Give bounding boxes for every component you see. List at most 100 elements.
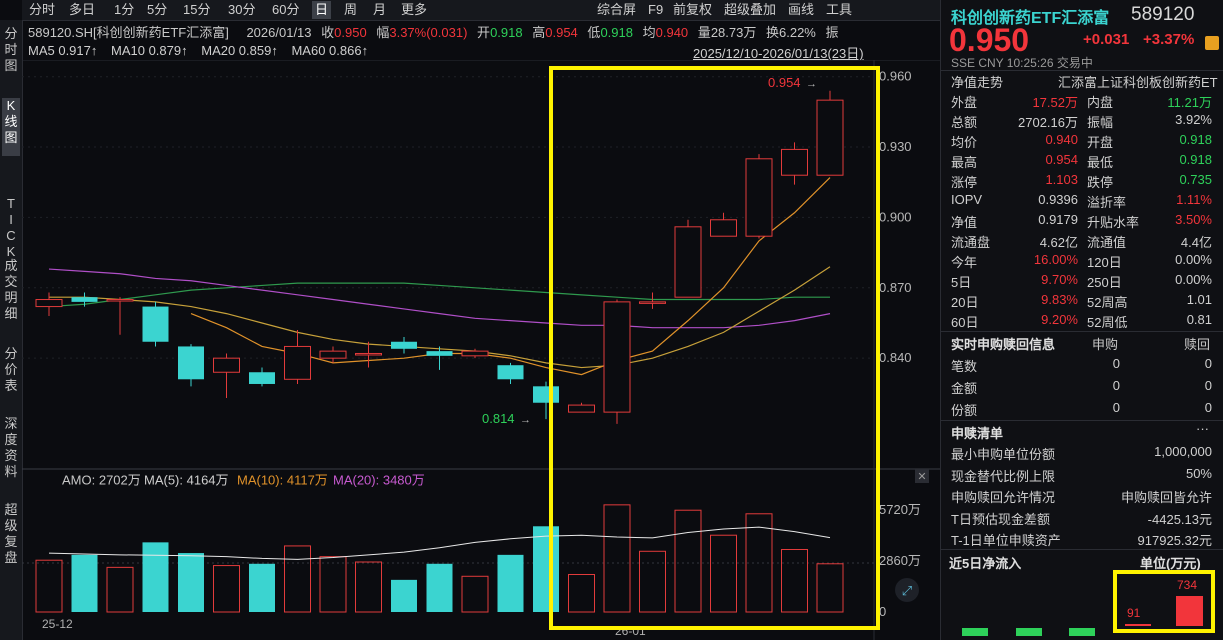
volume-bar-up [106, 566, 134, 613]
subscribe-title: 实时申购赎回信息 [951, 337, 1056, 352]
side-tab-trades[interactable]: 成交明细 [2, 258, 20, 328]
list-row-label: T-1日单位申赎资产 [951, 533, 1061, 548]
stat-label: 流通盘 [951, 235, 991, 250]
draw-line-button[interactable]: 画线 [785, 1, 817, 19]
candle-body-down [178, 346, 204, 380]
tools-button[interactable]: 工具 [823, 1, 855, 19]
f9-button[interactable]: F9 [645, 1, 666, 19]
ma5-legend: MA5 0.917↑ [28, 43, 98, 58]
super-overlay-button[interactable]: 超级叠加 [721, 1, 779, 19]
quote-info-row: 589120.SH[科创创新药ETF汇添富] 2026/01/13 收0.950… [28, 22, 845, 40]
tab-60min[interactable]: 60分 [269, 1, 302, 19]
outflow-bar [1016, 628, 1042, 636]
stat-label: 溢折率 [1087, 195, 1127, 210]
side-tab-tick[interactable]: TICK [2, 196, 20, 264]
stat-label: 250日 [1087, 275, 1122, 290]
candle-body-up [284, 345, 311, 380]
inflow-big-bar [1176, 596, 1203, 626]
candle-body-down [142, 306, 169, 342]
list-row-value: 1,000,000 [1154, 444, 1212, 459]
stat-value: 4.62亿 [1039, 235, 1078, 250]
period-toolbar: 分时 多日 1分 5分 15分 30分 60分 日 周 月 更多 综合屏 F9 … [22, 0, 940, 21]
open-value: 0.918 [490, 25, 523, 40]
stat-label: IOPV [951, 192, 983, 207]
lock-icon[interactable] [1205, 36, 1219, 50]
expand-arrows-icon: ⤢ [902, 583, 912, 598]
candle-body-up [213, 357, 240, 373]
stat-label: 20日 [951, 295, 979, 310]
list-more-icon[interactable]: ··· [1196, 421, 1209, 436]
stat-value: 0.00% [1175, 272, 1212, 287]
volume-axis-tick: 0 [879, 604, 886, 619]
candle-body-down [426, 351, 453, 356]
stat-label: 净值 [951, 215, 978, 230]
stat-value: 9.20% [1041, 312, 1078, 327]
sub-row-value: 0 [1112, 356, 1120, 371]
sub-row-label: 金额 [951, 381, 978, 396]
forward-adjust-button[interactable]: 前复权 [670, 1, 715, 19]
stat-label: 最低 [1087, 155, 1114, 170]
tab-multiday[interactable]: 多日 [66, 1, 98, 19]
tab-more[interactable]: 更多 [398, 1, 430, 19]
stat-label: 52周低 [1087, 315, 1128, 330]
stat-value: 0.918 [1179, 132, 1212, 147]
stat-value: 1.11% [1176, 192, 1212, 207]
stat-label: 涨停 [951, 175, 978, 190]
tab-day[interactable]: 日 [312, 1, 332, 19]
outflow-bar [1069, 628, 1095, 636]
volume-bar-up [284, 545, 311, 613]
ma10-legend: MA10 0.879↑ [111, 43, 188, 58]
list-row-label: 申购赎回允许情况 [951, 490, 1056, 505]
list-row-value: -4425.13元 [1147, 511, 1212, 527]
stat-value: 0.918 [1179, 152, 1212, 167]
sub-row-label: 笔数 [951, 359, 978, 374]
side-tab-kline[interactable]: K线图 [2, 98, 20, 156]
tab-1min[interactable]: 1分 [111, 1, 137, 19]
stat-value: 0.9396 [1038, 192, 1078, 207]
volume-bar-down [426, 563, 453, 612]
volume-axis-tick: 5720万 [879, 502, 921, 517]
index-name: 汇添富上证科创板创新药ET [1058, 75, 1218, 90]
x-label-dec: 25-12 [42, 617, 73, 631]
stat-value: 2702.16万 [1018, 115, 1078, 130]
red-row-value: 0 [1204, 378, 1212, 393]
amp-value: 3.37%(0.031) [389, 25, 468, 40]
left-view-tabs: 分时图 K线图 TICK 成交明细 分价表 深度资料 超级复盘 [0, 20, 23, 640]
tab-week[interactable]: 周 [341, 1, 360, 19]
candle-body-down [249, 372, 275, 384]
inflow-big-value: 734 [1177, 578, 1198, 592]
subscribe-col: 申购 [1092, 337, 1119, 352]
stat-label: 外盘 [951, 95, 978, 110]
stat-label: 总额 [951, 115, 978, 130]
high-value: 0.954 [545, 25, 578, 40]
combined-screen-button[interactable]: 综合屏 [594, 1, 639, 19]
list-row-value: 917925.32元 [1137, 533, 1212, 548]
side-tab-replay[interactable]: 超级复盘 [2, 502, 20, 572]
price-axis-tick: 0.960 [879, 69, 912, 84]
side-tab-price-table[interactable]: 分价表 [2, 346, 20, 400]
stat-value: 9.83% [1041, 292, 1078, 307]
side-tab-timeshare[interactable]: 分时图 [2, 26, 20, 80]
low-value: 0.918 [600, 25, 633, 40]
tab-30min[interactable]: 30分 [225, 1, 258, 19]
stat-label: 内盘 [1087, 95, 1114, 110]
nav-trend-link[interactable]: 净值走势 [951, 72, 1003, 91]
list-row-value: 申购赎回皆允许 [1120, 490, 1212, 505]
red-row-value: 0 [1204, 400, 1212, 415]
panel-divider [941, 331, 1223, 332]
tab-month[interactable]: 月 [370, 1, 389, 19]
stat-value: 3.92% [1175, 112, 1212, 127]
inflow-small-value: 91 [1127, 606, 1141, 620]
vma5-label: MA(5): 4164万 [144, 473, 229, 488]
tab-5min[interactable]: 5分 [144, 1, 170, 19]
volume-bar-down [497, 554, 524, 612]
amo-label: AMO: 2702万 [62, 473, 141, 488]
volume-bar-up [213, 565, 240, 613]
side-tab-depth[interactable]: 深度资料 [2, 416, 20, 486]
exchange-status: SSE CNY 10:25:26 交易中 [951, 56, 1093, 70]
tab-timeshare[interactable]: 分时 [26, 1, 58, 19]
tab-15min[interactable]: 15分 [180, 1, 213, 19]
list-row-label: 现金替代比例上限 [951, 468, 1056, 484]
panel-divider [941, 70, 1223, 71]
panel-divider [941, 420, 1223, 421]
